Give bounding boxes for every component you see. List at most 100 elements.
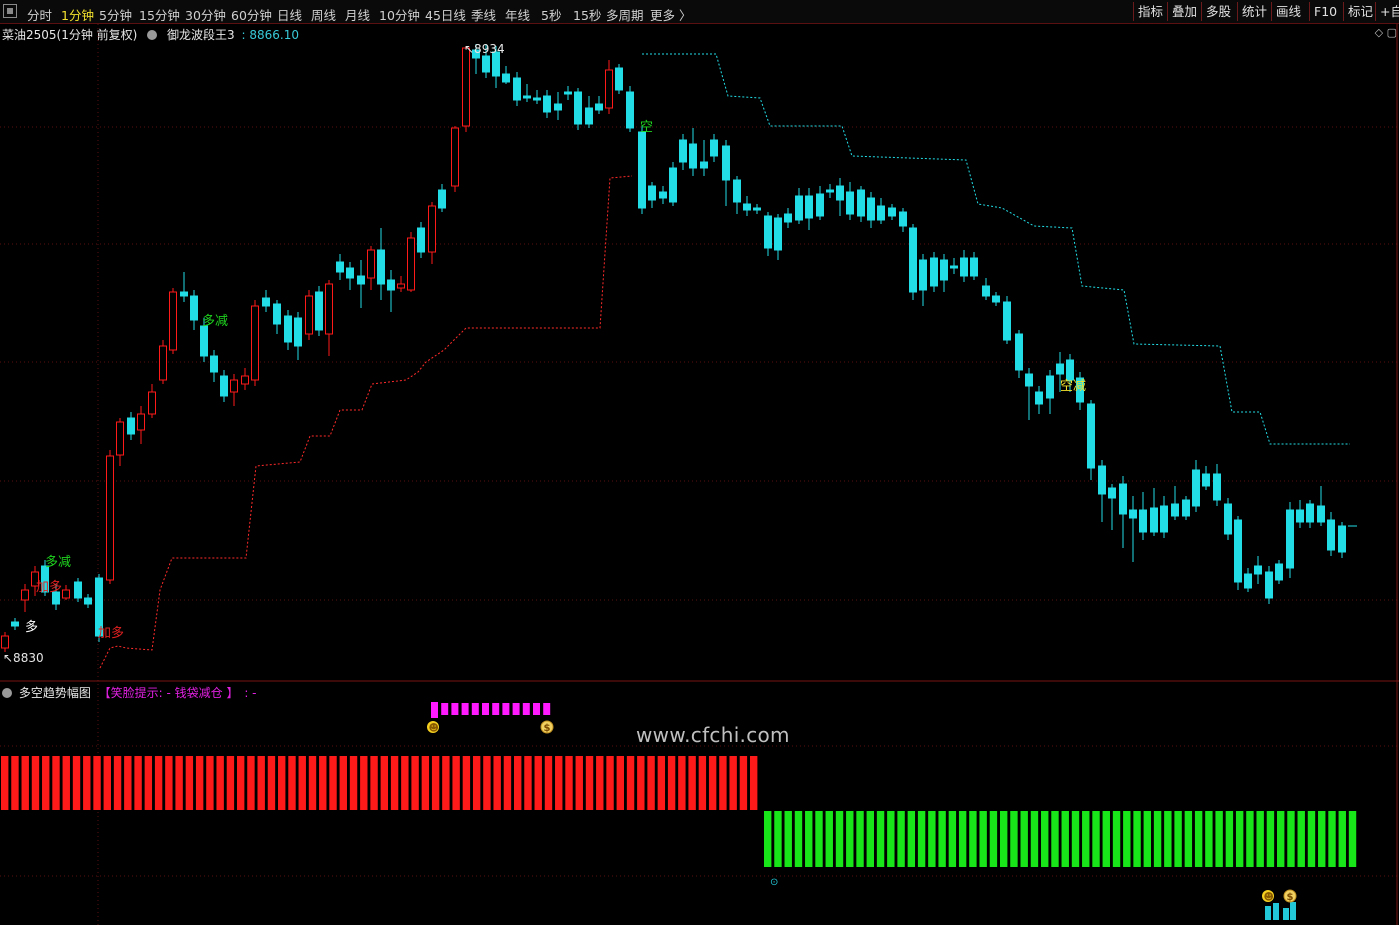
candle-body-91 xyxy=(950,265,958,269)
small-bar-3 xyxy=(1290,902,1296,920)
bull-trend-bar-0 xyxy=(1,756,9,810)
candle-body-2 xyxy=(21,589,29,601)
candle-body-48 xyxy=(502,73,510,83)
bear-trend-bar-48 xyxy=(1256,811,1264,867)
candle-body-42 xyxy=(438,189,446,209)
bull-trend-bar-36 xyxy=(370,756,378,810)
sub-indicator-settings-icon[interactable] xyxy=(2,688,12,698)
sub-indicator-tip: 【笑脸提示: - 钱袋减仓 】 xyxy=(98,686,239,700)
candle-body-1 xyxy=(11,621,19,627)
small-bar-2 xyxy=(1283,908,1289,920)
bull-trend-bar-48 xyxy=(493,756,501,810)
candle-body-111 xyxy=(1160,505,1168,533)
sub-indicator-tail: : - xyxy=(244,686,257,700)
bear-trend-bar-46 xyxy=(1235,811,1244,867)
bear-trend-bar-40 xyxy=(1174,811,1182,867)
candle-body-99 xyxy=(1035,391,1043,405)
money-bag-sign-1: $ xyxy=(1287,892,1294,903)
candle-body-116 xyxy=(1213,473,1221,501)
bear-trend-bar-11 xyxy=(876,811,885,867)
hint-bar-4 xyxy=(471,703,479,715)
candle-body-35 xyxy=(367,249,375,279)
bear-trend-bar-3 xyxy=(794,811,803,867)
candle-body-81 xyxy=(846,191,854,215)
candle-body-38 xyxy=(397,283,405,289)
bear-trend-bar-41 xyxy=(1184,811,1193,867)
bull-trend-bar-59 xyxy=(606,756,614,810)
bear-trend-bar-54 xyxy=(1318,811,1326,867)
candle-body-19 xyxy=(200,325,208,357)
bull-trend-bar-70 xyxy=(719,756,727,810)
bull-trend-bar-60 xyxy=(616,756,624,810)
sub-indicator-name[interactable]: 多空趋势幅图 xyxy=(19,686,91,700)
hint-bar-0 xyxy=(431,702,438,718)
bull-trend-bar-12 xyxy=(124,756,132,810)
small-bar-0 xyxy=(1265,906,1271,920)
candle-body-21 xyxy=(220,375,228,397)
bull-trend-bar-34 xyxy=(349,756,358,810)
bull-trend-bar-72 xyxy=(739,756,748,810)
bear-trend-bar-2 xyxy=(784,811,792,867)
candle-body-102 xyxy=(1066,359,1074,381)
hint-bar-6 xyxy=(492,703,500,715)
bull-trend-bar-21 xyxy=(216,756,224,810)
candle-body-60 xyxy=(626,91,634,129)
candle-body-106 xyxy=(1108,487,1116,499)
candle-body-11 xyxy=(116,421,124,456)
bull-trend-bar-4 xyxy=(42,756,50,810)
bull-trend-bar-25 xyxy=(257,756,265,810)
bull-trend-bar-56 xyxy=(575,756,583,810)
signal-label-5: 空 xyxy=(640,120,653,135)
bull-trend-bar-71 xyxy=(729,756,737,810)
candle-body-54 xyxy=(564,91,572,95)
candle-body-12 xyxy=(127,417,135,435)
candle-body-32 xyxy=(336,261,344,273)
candle-body-110 xyxy=(1150,507,1158,533)
bull-trend-bar-73 xyxy=(749,756,758,810)
candle-body-17 xyxy=(180,291,188,297)
smile-face-1: ☻ xyxy=(1264,891,1274,903)
bull-trend-bar-6 xyxy=(62,756,70,810)
candle-body-113 xyxy=(1182,499,1190,517)
bull-trend-bar-7 xyxy=(72,756,81,810)
candle-body-89 xyxy=(930,257,938,287)
candle-body-41 xyxy=(428,205,436,253)
candle-body-36 xyxy=(377,249,385,285)
bear-trend-bar-9 xyxy=(856,811,864,867)
bear-trend-bar-7 xyxy=(835,811,844,867)
candle-body-112 xyxy=(1171,503,1179,517)
bear-trend-bar-30 xyxy=(1071,811,1080,867)
low-price-label: ↖8830 xyxy=(3,651,44,665)
bear-trend-bar-10 xyxy=(866,811,874,867)
candle-body-49 xyxy=(513,77,521,101)
candle-body-87 xyxy=(909,227,917,293)
candle-body-8 xyxy=(84,597,92,605)
candle-body-123 xyxy=(1286,509,1294,569)
bull-trend-bar-1 xyxy=(11,756,19,810)
bull-trend-bar-32 xyxy=(329,756,337,810)
candle-body-75 xyxy=(784,213,792,223)
bull-trend-bar-18 xyxy=(185,756,194,810)
candle-body-84 xyxy=(877,205,885,221)
bear-trend-bar-23 xyxy=(999,811,1008,867)
candle-body-37 xyxy=(387,279,395,291)
bear-trend-bar-6 xyxy=(825,811,833,867)
bull-trend-bar-23 xyxy=(236,756,245,810)
bear-trend-bar-27 xyxy=(1041,811,1049,867)
candle-body-59 xyxy=(615,67,623,91)
candle-body-92 xyxy=(960,257,968,277)
candle-body-125 xyxy=(1306,503,1314,523)
bull-trend-bar-42 xyxy=(431,756,440,810)
candle-body-68 xyxy=(710,139,718,157)
candle-body-88 xyxy=(919,259,927,291)
candle-body-51 xyxy=(533,97,541,101)
signal-label-0: 多减 xyxy=(45,554,71,570)
hint-bar-7 xyxy=(502,703,510,715)
candlestick-chart[interactable]: ↖8934↖8830多减加多多 加多多减空空减☻ $☻ $⊙ xyxy=(0,0,1399,925)
hint-bar-9 xyxy=(522,703,530,715)
smile-face-0: ☻ xyxy=(429,722,439,734)
hint-bar-10 xyxy=(533,703,540,715)
hint-bar-11 xyxy=(543,703,551,715)
candle-body-79 xyxy=(826,189,834,193)
candle-body-93 xyxy=(970,257,978,277)
